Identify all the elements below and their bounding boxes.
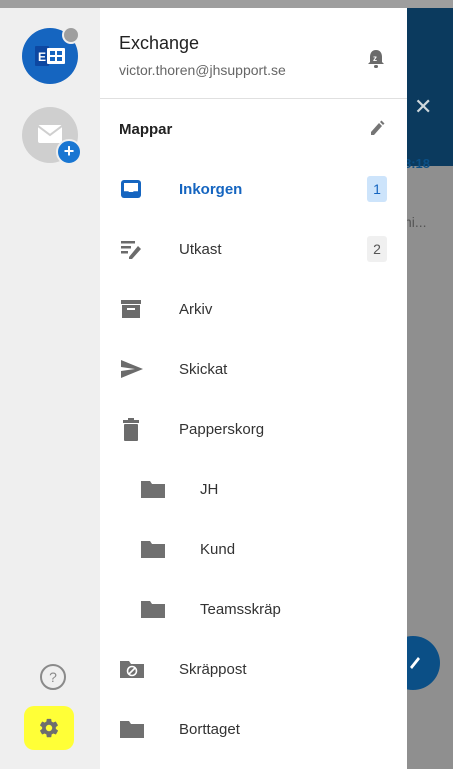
- gear-icon: [40, 718, 58, 738]
- background-header: [400, 8, 453, 166]
- add-account-button[interactable]: +: [22, 107, 82, 165]
- trash-icon: [123, 418, 139, 441]
- inbox-icon: [121, 180, 141, 198]
- folder-item-archive[interactable]: Arkiv: [100, 282, 407, 338]
- account-name: Exchange: [119, 33, 200, 53]
- folder-count-badge: 2: [367, 236, 387, 262]
- folder-icon: [141, 541, 165, 558]
- folder-label: Papperskorg: [179, 421, 265, 438]
- folder-icon: [120, 721, 144, 738]
- folder-icon: [141, 601, 165, 618]
- folder-item-spam[interactable]: Skräppost: [100, 642, 407, 698]
- folder-item-inbox[interactable]: Inkorgen 1: [100, 162, 407, 218]
- close-icon[interactable]: ✕: [414, 94, 432, 120]
- folder-label: Arkiv: [179, 301, 213, 318]
- folder-label: Utkast: [179, 241, 222, 258]
- settings-button[interactable]: [24, 706, 74, 750]
- draft-icon: [121, 241, 141, 259]
- notification-bell-icon[interactable]: z: [366, 48, 386, 70]
- folder-item-deleted[interactable]: Borttaget: [100, 702, 407, 758]
- send-icon: [121, 360, 143, 378]
- folder-label: JH: [200, 481, 219, 498]
- exchange-logo-icon: E: [35, 46, 65, 66]
- account-rail: E + ?: [0, 8, 100, 769]
- archive-icon: [121, 300, 141, 318]
- account-header[interactable]: Exchange victor.thoren@jhsupport.se z: [100, 8, 407, 98]
- folder-label: Inkorgen: [179, 181, 243, 198]
- svg-text:z: z: [373, 54, 377, 63]
- folder-label: Skickat: [179, 361, 228, 378]
- background-message-time: 8:18: [404, 156, 431, 171]
- header-divider: [100, 98, 407, 99]
- exchange-account-avatar[interactable]: E: [22, 26, 80, 84]
- account-email: victor.thoren@jhsupport.se: [119, 62, 286, 78]
- folder-label: Kund: [200, 541, 236, 558]
- plus-icon: +: [56, 139, 82, 165]
- folder-item-sent[interactable]: Skickat: [100, 342, 407, 398]
- edit-pencil-icon[interactable]: [368, 119, 386, 137]
- folder-drawer: Exchange victor.thoren@jhsupport.se z Ma…: [100, 8, 407, 769]
- folder-label: Borttaget: [179, 721, 240, 738]
- folder-label: Teamsskräp: [200, 601, 281, 618]
- spam-folder-icon: [120, 661, 144, 678]
- folder-icon: [141, 481, 165, 498]
- folder-item-jh[interactable]: JH: [100, 462, 407, 518]
- folder-count-badge: 1: [367, 176, 387, 202]
- folder-item-teamsskrap[interactable]: Teamsskräp: [100, 582, 407, 638]
- help-button[interactable]: ?: [40, 664, 66, 690]
- account-status-dot: [62, 26, 80, 44]
- folder-item-kund[interactable]: Kund: [100, 522, 407, 578]
- pencil-icon: [410, 657, 420, 669]
- folder-item-drafts[interactable]: Utkast 2: [100, 222, 407, 278]
- background-message-snippet: ni...: [404, 214, 427, 230]
- folder-label: Skräppost: [179, 661, 247, 678]
- folders-section-title: Mappar: [119, 121, 173, 138]
- folder-item-trash[interactable]: Papperskorg: [100, 402, 407, 458]
- svg-text:E: E: [38, 50, 46, 64]
